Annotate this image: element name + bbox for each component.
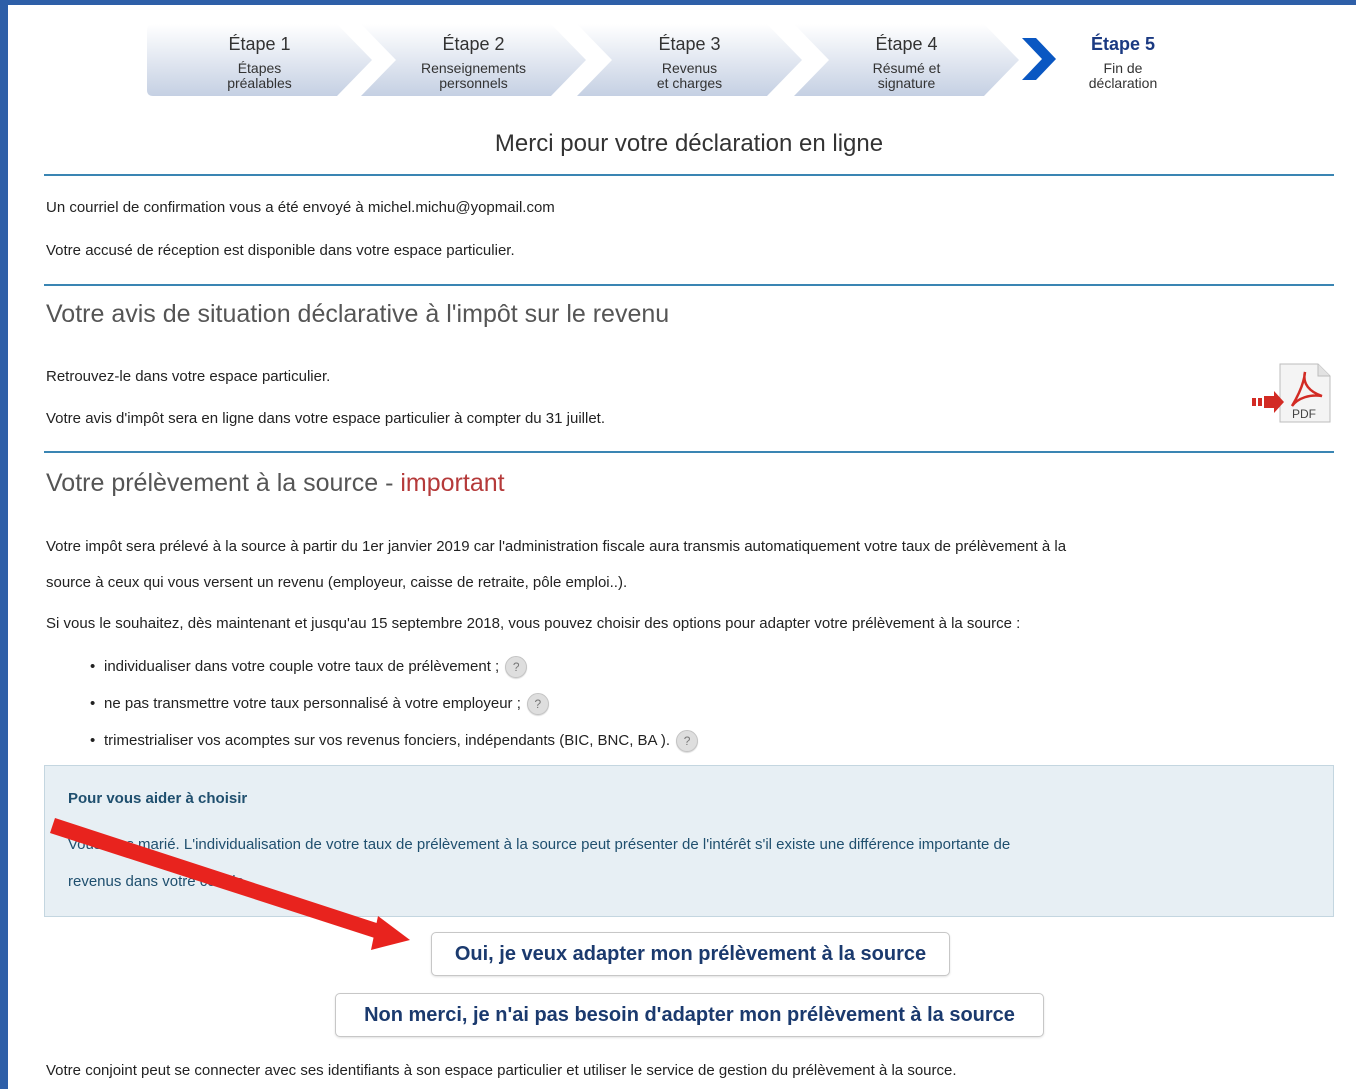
prelevement-para-1-line-2: source à ceux qui vous versent un revenu… (46, 574, 628, 591)
avis-line-1: Retrouvez-le dans votre espace particuli… (46, 368, 331, 385)
help-icon[interactable]: ? (526, 693, 549, 716)
current-step-chevron-icon (1022, 38, 1056, 80)
step-1-description: Étapes préalables (227, 60, 292, 91)
pdf-label: PDF (1292, 407, 1316, 421)
prelevement-heading-main: Votre prélèvement à la source - (46, 469, 401, 497)
step-4-description: Résumé et signature (872, 60, 941, 91)
step-3-description: Revenus et charges (656, 60, 723, 91)
pdf-download-icon[interactable]: PDF (1250, 362, 1332, 424)
help-box-body: Vous êtes marié. L'individualisation de … (68, 836, 1011, 890)
progress-steps: Étape 1 Étapes préalables Étape 2 Renseig… (0, 0, 1356, 120)
avis-heading: Votre avis de situation déclarative à l'… (46, 300, 670, 328)
step-2: Étape 2 Renseignements personnels (361, 24, 586, 96)
adapt-no-button[interactable]: Non merci, je n'ai pas besoin d'adapter … (335, 993, 1044, 1037)
step-1: Étape 1 Étapes préalables (147, 24, 372, 96)
window-left-border (0, 0, 8, 1089)
help-icon[interactable]: ? (676, 730, 699, 753)
divider (44, 174, 1334, 176)
page-title: Merci pour votre déclaration en ligne (494, 130, 884, 157)
prelevement-para-1-line-1: Votre impôt sera prélevé à la source à p… (46, 538, 1067, 555)
list-item: • individualiser dans votre couple votre … (90, 655, 698, 692)
list-item: • ne pas transmettre votre taux personnal… (90, 692, 698, 729)
step-5-description: Fin de déclaration (1088, 60, 1158, 91)
step-5-label: Étape 5 (1090, 34, 1156, 54)
help-box-title: Pour vous aider à choisir (68, 790, 248, 807)
avis-line-2: Votre avis d'impôt sera en ligne dans vo… (46, 410, 605, 427)
adapt-yes-button[interactable]: Oui, je veux adapter mon prélèvement à l… (431, 932, 950, 976)
divider (44, 451, 1334, 453)
step-2-description: Renseignements personnels (420, 60, 527, 91)
prelevement-para-2: Si vous le souhaitez, dès maintenant et … (46, 615, 1021, 632)
help-icon[interactable]: ? (505, 656, 528, 679)
step-1-label: Étape 1 (228, 34, 291, 54)
step-4: Étape 4 Résumé et signature (794, 24, 1019, 96)
step-3: Étape 3 Revenus et charges (577, 24, 802, 96)
footer-text: Votre conjoint peut se connecter avec se… (46, 1062, 957, 1079)
divider (44, 284, 1334, 286)
step-4-label: Étape 4 (875, 34, 938, 54)
help-box: Pour vous aider à choisir Vous êtes mari… (44, 765, 1334, 917)
step-2-label: Étape 2 (442, 34, 505, 54)
list-item: • trimestrialiser vos acomptes sur vos re… (90, 729, 699, 766)
options-list: • individualiser dans votre couple votre … (90, 655, 699, 766)
prelevement-heading: Votre prélèvement à la source - importan… (46, 469, 505, 498)
important-label: important (400, 469, 505, 497)
receipt-text: Votre accusé de réception est disponible… (46, 242, 515, 259)
confirmation-email-text: Un courriel de confirmation vous a été e… (46, 199, 555, 216)
step-5-current: Étape 5 Fin de déclaration (1016, 24, 1236, 96)
step-3-label: Étape 3 (658, 34, 721, 54)
